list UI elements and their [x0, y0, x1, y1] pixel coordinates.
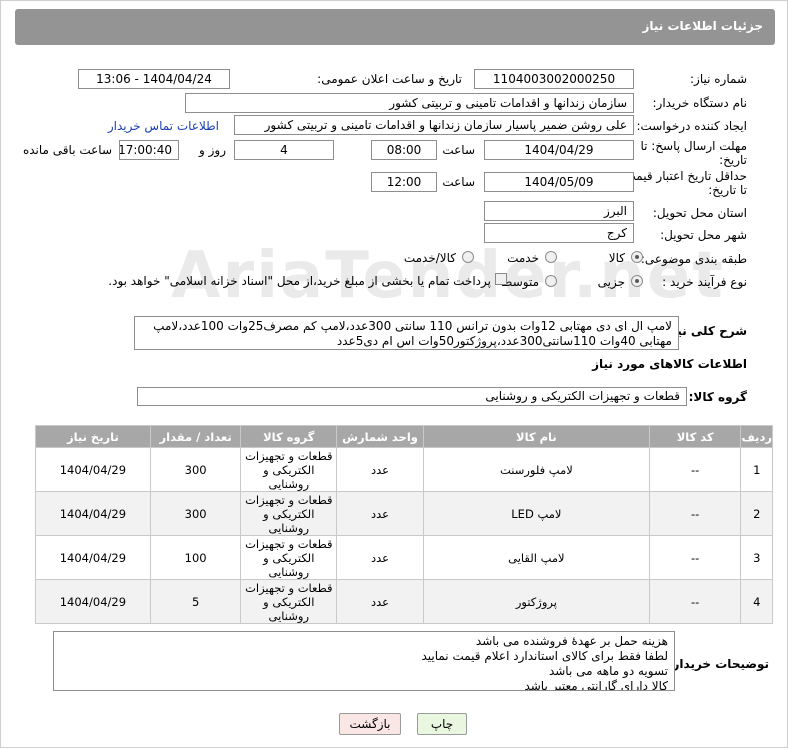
buyer-label: نام دستگاه خریدار:: [652, 96, 748, 110]
category-radio-goods-service[interactable]: [462, 251, 474, 263]
city-field[interactable]: کرج: [484, 223, 634, 243]
page-title: جزئیات اطلاعات نیاز: [642, 19, 763, 33]
cell-group: قطعات و تجهیزات الکتریکی و روشنایی: [240, 535, 338, 580]
validity-label-date: تا تاریخ:: [708, 183, 747, 197]
creator-field[interactable]: علی روشن ضمیر پاسیار سازمان زندانها و اق…: [234, 115, 634, 135]
buyer-notes-label: توضیحات خریدار:: [667, 657, 769, 671]
col-name: نام کالا: [422, 425, 650, 448]
print-button[interactable]: چاپ: [417, 713, 467, 735]
cell-date: 1404/04/29: [35, 579, 151, 624]
cell-unit: عدد: [336, 579, 424, 624]
cell-group: قطعات و تجهیزات الکتریکی و روشنایی: [240, 579, 338, 624]
treasury-note: پرداخت تمام یا بخشی از مبلغ خرید،از محل …: [108, 274, 491, 288]
col-unit: واحد شمارش: [336, 425, 424, 448]
cell-name: پروژکتور: [422, 579, 650, 624]
need-number-field[interactable]: 1104003002000250: [474, 69, 634, 89]
cell-qty: 5: [149, 579, 242, 624]
contact-info-link[interactable]: اطلاعات تماس خریدار: [108, 119, 219, 133]
buyer-notes-textarea[interactable]: هزینه حمل بر عهدۀ فروشنده می باشد لطفا ف…: [53, 631, 675, 691]
deadline-label-date: تاریخ:: [719, 153, 747, 167]
cell-qty: 300: [149, 491, 242, 536]
cell-qty: 300: [149, 447, 242, 492]
cell-name: لامپ القایی: [422, 535, 650, 580]
cell-date: 1404/04/29: [35, 535, 151, 580]
back-button[interactable]: بازگشت: [339, 713, 401, 735]
col-date: تاریخ نیاز: [35, 425, 151, 448]
cell-code: --: [648, 535, 742, 580]
cell-name: لامپ فلورسنت: [422, 447, 650, 492]
cell-unit: عدد: [336, 535, 424, 580]
purchase-option-minor: جزیی: [597, 275, 625, 289]
purchase-radio-medium[interactable]: [545, 275, 557, 287]
cell-row: 3: [740, 535, 773, 580]
validity-date-field[interactable]: 1404/05/09: [484, 172, 634, 192]
remaining-time-field[interactable]: 17:00:40: [119, 140, 179, 160]
province-field[interactable]: البرز: [484, 201, 634, 221]
cell-code: --: [648, 579, 742, 624]
validity-time-label: ساعت: [442, 175, 475, 189]
table-row[interactable]: 4 -- پروژکتور عدد قطعات و تجهیزات الکتری…: [35, 579, 773, 624]
deadline-label: مهلت ارسال پاسخ: تا: [640, 139, 747, 153]
col-qty: تعداد / مقدار: [149, 425, 242, 448]
category-option-service: خدمت: [507, 251, 539, 265]
province-label: استان محل تحویل:: [652, 206, 747, 220]
table-row[interactable]: 2 -- لامپ LED عدد قطعات و تجهیزات الکتری…: [35, 491, 773, 536]
goods-table: ردیف کد کالا نام کالا واحد شمارش گروه کا…: [35, 425, 773, 624]
days-field[interactable]: 4: [234, 140, 334, 160]
cell-date: 1404/04/29: [35, 447, 151, 492]
cell-row: 2: [740, 491, 773, 536]
remaining-label: ساعت باقی مانده: [22, 143, 112, 157]
cell-row: 4: [740, 579, 773, 624]
announce-field[interactable]: 1404/04/24 - 13:06: [78, 69, 230, 89]
goods-section-title: اطلاعات کالاهای مورد نیاز: [592, 357, 747, 371]
purchase-radio-minor[interactable]: [631, 275, 643, 287]
category-label: طبقه بندی موضوعی:: [640, 252, 747, 266]
col-group: گروه کالا: [240, 425, 338, 448]
buyer-note-line: هزینه حمل بر عهدۀ فروشنده می باشد: [475, 634, 668, 648]
cell-name: لامپ LED: [422, 491, 650, 536]
treasury-checkbox[interactable]: [495, 273, 507, 285]
category-option-goods: کالا: [608, 251, 625, 265]
goods-table-header: ردیف کد کالا نام کالا واحد شمارش گروه کا…: [35, 425, 773, 448]
cell-row: 1: [740, 447, 773, 492]
buyer-field[interactable]: سازمان زندانها و اقدامات تامینی و تربیتی…: [185, 93, 634, 113]
deadline-date-field[interactable]: 1404/04/29: [484, 140, 634, 160]
table-row[interactable]: 1 -- لامپ فلورسنت عدد قطعات و تجهیزات ال…: [35, 447, 773, 492]
cell-code: --: [648, 447, 742, 492]
announce-label: تاریخ و ساعت اعلان عمومی:: [317, 72, 462, 86]
category-radio-service[interactable]: [545, 251, 557, 263]
cell-unit: عدد: [336, 491, 424, 536]
deadline-time-field[interactable]: 08:00: [371, 140, 437, 160]
cell-group: قطعات و تجهیزات الکتریکی و روشنایی: [240, 491, 338, 536]
buyer-note-line: تسویه دو ماهه می باشد: [548, 664, 668, 678]
deadline-time-label: ساعت: [442, 143, 475, 157]
cell-group: قطعات و تجهیزات الکتریکی و روشنایی: [240, 447, 338, 492]
buyer-note-line: لطفا فقط برای کالای استاندارد اعلام قیمت…: [421, 649, 668, 663]
days-label: روز و: [199, 143, 226, 157]
validity-time-field[interactable]: 12:00: [371, 172, 437, 192]
cell-date: 1404/04/29: [35, 491, 151, 536]
validity-label: حداقل تاریخ اعتبار قیمت:: [620, 169, 747, 183]
summary-textarea[interactable]: لامپ ال ای دی مهتابی 12وات بدون ترانس 11…: [134, 316, 679, 350]
goods-group-field[interactable]: قطعات و تجهیزات الکتریکی و روشنایی: [137, 387, 687, 406]
creator-label: ایجاد کننده درخواست:: [636, 119, 747, 133]
city-label: شهر محل تحویل:: [660, 228, 747, 242]
col-row: ردیف: [740, 425, 773, 448]
table-row[interactable]: 3 -- لامپ القایی عدد قطعات و تجهیزات الک…: [35, 535, 773, 580]
purchase-type-label: نوع فرآیند خرید :: [662, 275, 747, 289]
page: جزئیات اطلاعات نیاز AriaTender.net شماره…: [0, 0, 788, 748]
cell-code: --: [648, 491, 742, 536]
buyer-note-line: کالا دارای گارانتی معتبر باشد: [524, 679, 668, 691]
cell-qty: 100: [149, 535, 242, 580]
cell-unit: عدد: [336, 447, 424, 492]
category-option-goods-service: کالا/خدمت: [403, 251, 456, 265]
page-header: جزئیات اطلاعات نیاز: [15, 9, 775, 45]
col-code: کد کالا: [648, 425, 742, 448]
category-radio-goods[interactable]: [631, 251, 643, 263]
goods-group-label: گروه کالا:: [688, 390, 747, 404]
need-number-label: شماره نیاز:: [690, 72, 747, 86]
